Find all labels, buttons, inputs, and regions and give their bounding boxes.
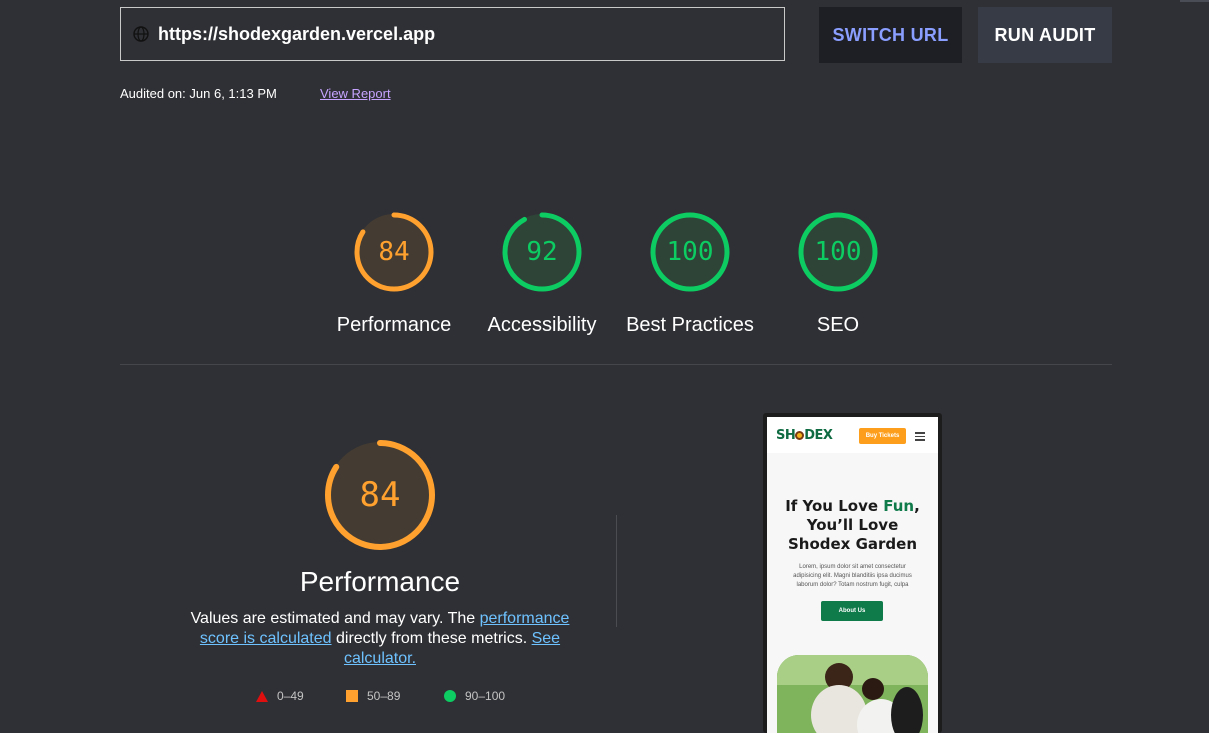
section-divider xyxy=(120,364,1112,365)
category-label-seo: SEO xyxy=(816,314,860,336)
screenshot-page: SH DEX Buy Tickets If You Love Fun, You’l… xyxy=(767,417,938,733)
globe-icon xyxy=(133,26,149,42)
photo-illustration xyxy=(777,655,928,733)
category-label-accessibility: Accessibility xyxy=(487,314,597,336)
legend-average: 50–89 xyxy=(346,689,400,703)
top-edge-line xyxy=(1180,0,1209,2)
performance-description: Values are estimated and may vary. The p… xyxy=(180,609,580,669)
category-label-best-practices: Best Practices xyxy=(626,314,754,336)
screenshot-headline: If You Love Fun, You’ll Love Shodex Gard… xyxy=(767,497,938,554)
headline-part: , xyxy=(914,497,920,515)
about-us-button: About Us xyxy=(821,601,883,621)
gauge-best-practices[interactable]: 100 xyxy=(648,210,732,294)
legend-range: 50–89 xyxy=(367,689,401,703)
performance-title: Performance xyxy=(299,566,461,597)
category-label-performance: Performance xyxy=(336,314,452,336)
buy-tickets-button: Buy Tickets xyxy=(859,428,906,444)
gauge-score: 84 xyxy=(378,237,410,267)
gauge-score: 92 xyxy=(526,237,558,267)
audited-timestamp: Audited on: Jun 6, 1:13 PM xyxy=(120,86,277,101)
view-report-link[interactable]: View Report xyxy=(320,86,391,101)
gauge-accessibility[interactable]: 92 xyxy=(500,210,584,294)
headline-part: You’ll Love xyxy=(806,516,899,534)
run-audit-button[interactable]: RUN AUDIT xyxy=(978,7,1112,63)
legend-pass: 90–100 xyxy=(444,689,505,703)
desc-text: Values are estimated and may vary. The xyxy=(190,610,480,627)
circle-icon xyxy=(444,690,456,702)
url-value: https://shodexgarden.vercel.app xyxy=(158,23,436,44)
legend-fail: 0–49 xyxy=(256,689,304,703)
headline-part: If You Love xyxy=(785,497,884,515)
vertical-divider xyxy=(616,515,617,627)
triangle-icon xyxy=(256,690,268,702)
hero-photo xyxy=(777,655,928,733)
gauge-score: 100 xyxy=(814,237,862,267)
square-icon xyxy=(346,690,358,702)
performance-score-large: 84 xyxy=(359,475,401,515)
desc-text: directly from these metrics. xyxy=(331,630,532,647)
screenshot-header: SH DEX Buy Tickets xyxy=(767,417,938,453)
screenshot-hero: If You Love Fun, You’ll Love Shodex Gard… xyxy=(767,453,938,733)
gauge-performance[interactable]: 84 xyxy=(352,210,436,294)
screenshot-paragraph: Lorem, ipsum dolor sit amet consectetur … xyxy=(793,564,912,588)
gauge-score: 100 xyxy=(666,237,714,267)
headline-fun: Fun xyxy=(883,497,915,515)
headline-part: Shodex Garden xyxy=(787,535,918,553)
url-input[interactable]: https://shodexgarden.vercel.app xyxy=(120,7,785,61)
legend-range: 90–100 xyxy=(465,689,506,703)
sun-icon xyxy=(795,431,805,440)
menu-icon xyxy=(915,432,925,443)
screenshot-logo: SH DEX xyxy=(776,428,833,443)
final-screenshot: SH DEX Buy Tickets If You Love Fun, You’l… xyxy=(763,413,942,733)
legend-range: 0–49 xyxy=(277,689,304,703)
switch-url-button[interactable]: SWITCH URL xyxy=(819,7,962,63)
performance-gauge-large: 84 xyxy=(323,438,437,552)
gauge-seo[interactable]: 100 xyxy=(796,210,880,294)
